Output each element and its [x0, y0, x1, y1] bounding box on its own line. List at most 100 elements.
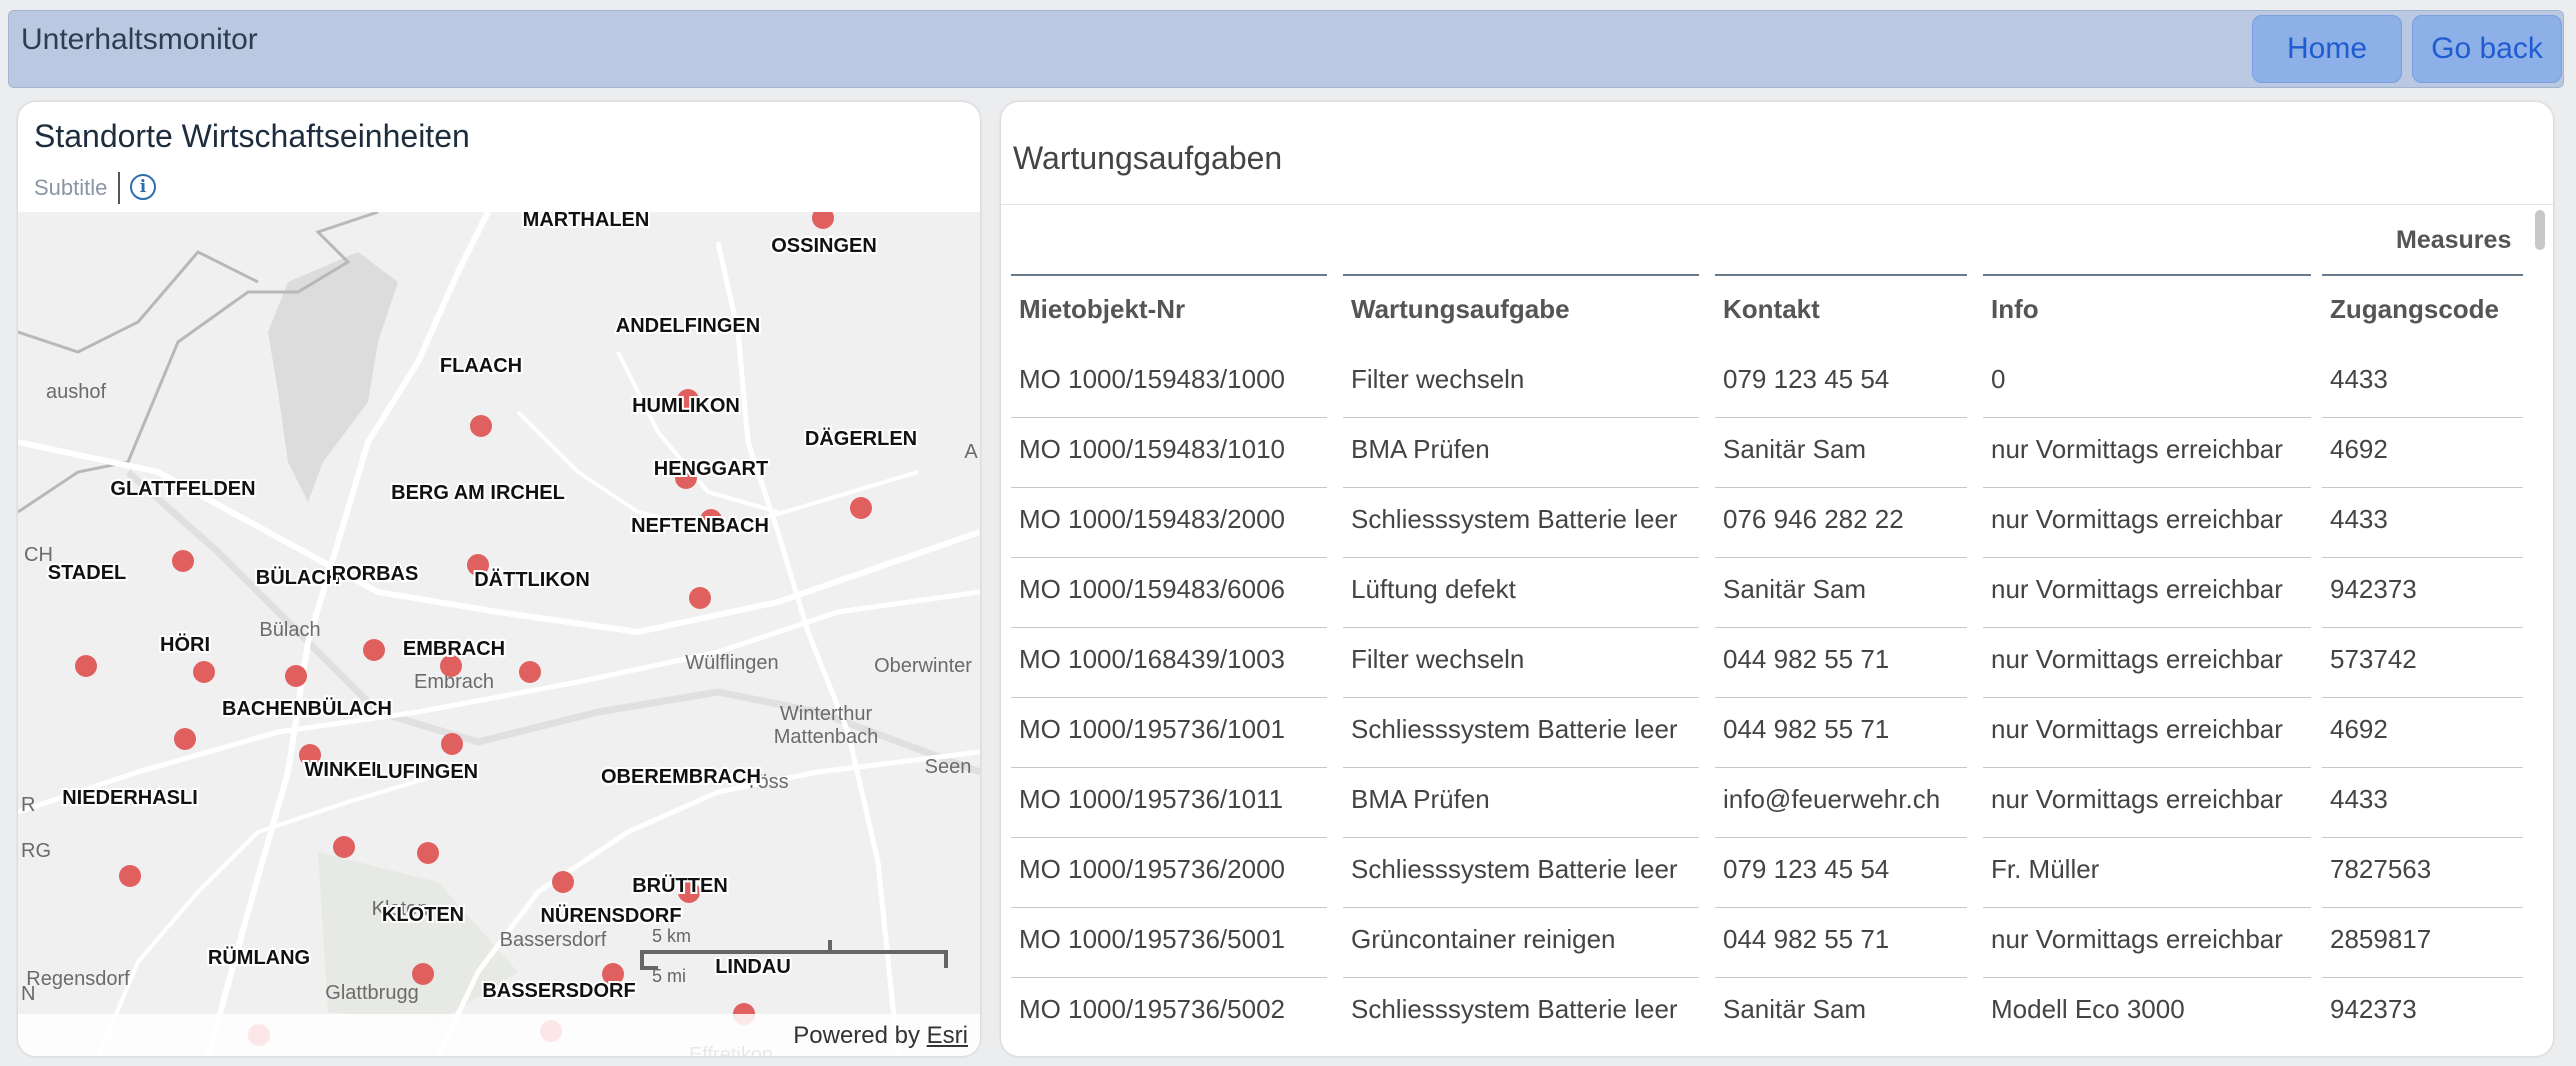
table-cell: MO 1000/195736/5002	[1019, 994, 1285, 1024]
place-label: HENGGART	[654, 458, 768, 480]
table-cell: Sanitär Sam	[1723, 994, 1867, 1024]
place-label: BASSERSDORF	[482, 980, 635, 1002]
table-cell: nur Vormittags erreichbar	[1991, 924, 2283, 954]
table-cell: Schliesssystem Batterie leer	[1351, 994, 1678, 1024]
place-label: KLOTEN	[382, 904, 464, 926]
group-header-line	[2322, 274, 2523, 276]
road	[18, 439, 980, 636]
place-label: OSSINGEN	[771, 235, 877, 257]
place-label: HUMLIKON	[632, 395, 740, 417]
place-label: NEFTENBACH	[631, 515, 769, 537]
row-divider	[2322, 907, 2523, 908]
location-marker[interactable]	[285, 665, 307, 687]
table-cell: Schliesssystem Batterie leer	[1351, 714, 1678, 744]
esri-link[interactable]: Esri	[927, 1022, 968, 1049]
location-marker[interactable]	[412, 963, 434, 985]
table-cell: Lüftung defekt	[1351, 574, 1516, 604]
road	[435, 749, 980, 1056]
location-marker[interactable]	[850, 497, 872, 519]
table-cell: 4692	[2330, 434, 2388, 464]
vertical-scrollbar[interactable]	[2535, 210, 2545, 250]
go-back-button[interactable]: Go back	[2412, 15, 2562, 83]
land-area	[268, 252, 398, 502]
column-header[interactable]: Wartungsaufgabe	[1351, 294, 1570, 325]
row-divider	[1011, 977, 1327, 978]
row-divider	[1011, 697, 1327, 698]
location-marker[interactable]	[75, 655, 97, 677]
location-marker[interactable]	[689, 587, 711, 609]
background-place-label: RG	[21, 840, 51, 862]
app-title: Unterhaltsmonitor	[21, 23, 258, 56]
group-header-measures: Measures	[2396, 226, 2512, 254]
background-place-label: Bülach	[259, 619, 320, 641]
table-card: Wartungsaufgaben Measures Mietobjekt-Nr W…	[1001, 102, 2553, 1056]
row-divider	[1343, 907, 1699, 908]
place-label: MARTHALEN	[523, 212, 650, 231]
table-cell: 573742	[2330, 644, 2417, 674]
table-cell: 942373	[2330, 994, 2417, 1024]
table-cell: Grüncontainer reinigen	[1351, 924, 1616, 954]
row-divider	[1343, 837, 1699, 838]
row-divider	[1715, 627, 1967, 628]
row-divider	[1011, 767, 1327, 768]
column-header[interactable]: Kontakt	[1723, 294, 1820, 325]
location-marker[interactable]	[812, 212, 834, 229]
row-divider	[1715, 907, 1967, 908]
row-divider	[1983, 977, 2311, 978]
table-cell: MO 1000/195736/5001	[1019, 924, 1285, 954]
row-divider	[2322, 697, 2523, 698]
table-cell: nur Vormittags erreichbar	[1991, 504, 2283, 534]
map-canvas[interactable]: 5 km 5 mi BülachEmbrachWülflingen Oberwin…	[18, 212, 980, 1056]
table-cell: 044 982 55 71	[1723, 714, 1890, 744]
row-divider	[1983, 417, 2311, 418]
location-marker[interactable]	[470, 415, 492, 437]
map-card-title: Standorte Wirtschaftseinheiten	[34, 118, 470, 154]
row-divider	[2322, 557, 2523, 558]
row-divider	[1343, 767, 1699, 768]
place-label: BACHENBÜLACH	[222, 697, 392, 720]
road	[616, 351, 779, 514]
location-marker[interactable]	[174, 728, 196, 750]
location-marker[interactable]	[363, 639, 385, 661]
scale-mi-label: 5 mi	[652, 966, 686, 986]
column-header[interactable]: Info	[1991, 294, 2039, 325]
map-view[interactable]: 5 km 5 mi Bülach Embrach Wülflingen Oberwin…	[18, 212, 980, 1056]
column-header[interactable]: Zugangscode	[2330, 294, 2499, 325]
row-divider	[1983, 557, 2311, 558]
home-button[interactable]: Home	[2252, 15, 2402, 83]
title-divider	[1001, 204, 2553, 205]
location-marker[interactable]	[333, 836, 355, 858]
table-cell: MO 1000/195736/2000	[1019, 854, 1285, 884]
shell-bar: Unterhaltsmonitor Home Go back	[8, 10, 2564, 88]
location-marker[interactable]	[519, 661, 541, 683]
table-cell: BMA Prüfen	[1351, 784, 1490, 814]
place-label: RORBAS	[332, 563, 419, 585]
row-divider	[1343, 487, 1699, 488]
place-label: LINDAU	[715, 956, 791, 978]
table-cell: Sanitär Sam	[1723, 434, 1867, 464]
road	[715, 241, 901, 1056]
scale-km-label: 5 km	[652, 926, 691, 946]
table-cell: 942373	[2330, 574, 2417, 604]
place-label: OBEREMBRACH	[601, 766, 761, 788]
map-attribution: Powered by Esri	[18, 1014, 980, 1056]
location-marker[interactable]	[441, 733, 463, 755]
location-marker[interactable]	[417, 842, 439, 864]
location-marker[interactable]	[193, 661, 215, 683]
background-place-label: A	[964, 441, 978, 463]
location-marker[interactable]	[119, 865, 141, 887]
row-divider	[1715, 487, 1967, 488]
table-cell: MO 1000/159483/1000	[1019, 364, 1285, 394]
background-place-label: R	[21, 794, 35, 816]
info-icon[interactable]: i	[130, 174, 156, 200]
row-divider	[1715, 837, 1967, 838]
background-place-label: Glattbrugg	[325, 982, 418, 1004]
table-cell: 044 982 55 71	[1723, 644, 1890, 674]
map-card: Standorte Wirtschaftseinheiten Subtitle …	[18, 102, 980, 1056]
table-cell: Fr. Müller	[1991, 854, 2100, 884]
column-header[interactable]: Mietobjekt-Nr	[1019, 294, 1185, 325]
table-cell: 0	[1991, 364, 2006, 394]
location-marker[interactable]	[552, 871, 574, 893]
background-place-label: Wülflingen	[685, 652, 778, 674]
location-marker[interactable]	[172, 550, 194, 572]
